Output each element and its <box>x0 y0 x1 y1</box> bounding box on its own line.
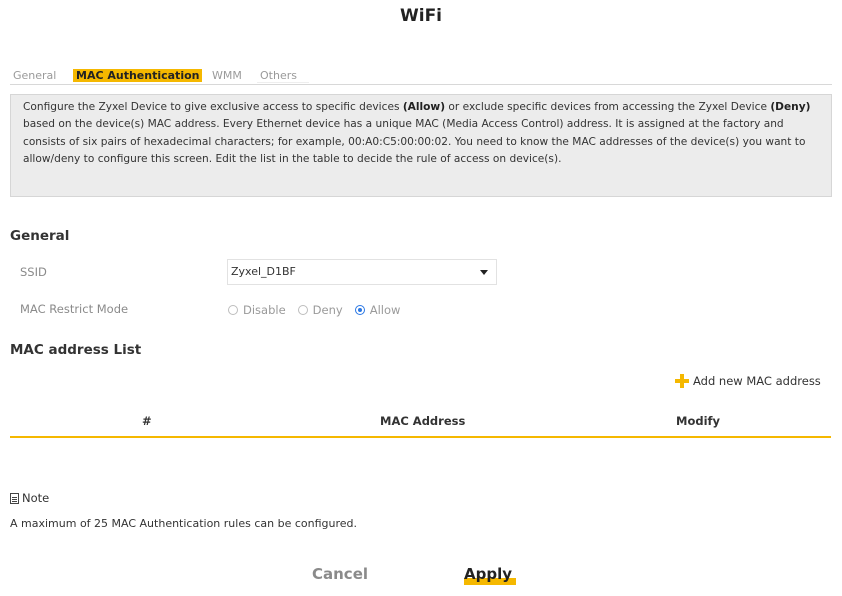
col-mac-address-header: MAC Address <box>380 414 466 428</box>
intro-text-1: Configure the Zyxel Device to give exclu… <box>23 101 403 113</box>
tab-wmm[interactable]: WMM <box>209 69 245 82</box>
radio-allow[interactable]: Allow <box>354 303 401 317</box>
intro-allow: (Allow) <box>402 101 446 113</box>
col-index-header: # <box>142 414 152 428</box>
ssid-value: Zyxel_D1BF <box>231 265 296 278</box>
note-heading: Note <box>10 491 49 505</box>
radio-deny-circle[interactable] <box>297 305 308 315</box>
col-modify-header: Modify <box>676 414 721 428</box>
intro-deny: (Deny) <box>770 101 811 113</box>
tab-general[interactable]: General <box>10 69 59 82</box>
radio-disable-label: Disable <box>243 303 286 317</box>
radio-deny[interactable]: Deny <box>297 303 343 317</box>
plus-icon <box>675 374 689 388</box>
tab-mac-authentication[interactable]: MAC Authentication <box>73 69 203 82</box>
ssid-select[interactable]: Zyxel_D1BF <box>227 259 497 285</box>
radio-disable[interactable]: Disable <box>228 303 286 317</box>
intro-description: Configure the Zyxel Device to give exclu… <box>10 94 832 197</box>
cancel-button[interactable]: Cancel <box>312 565 368 583</box>
note-text: A maximum of 25 MAC Authentication rules… <box>10 517 357 530</box>
radio-deny-label: Deny <box>312 303 343 317</box>
tab-others[interactable]: Others <box>257 69 309 83</box>
mac-list-section-title: MAC address List <box>10 342 142 358</box>
mac-table-header: # MAC Address Modify <box>10 408 831 438</box>
tab-bar: General MAC Authentication WMM Others <box>10 69 832 85</box>
apply-button[interactable]: Apply <box>464 565 517 585</box>
dropdown-arrow-icon <box>480 270 488 275</box>
radio-disable-circle[interactable] <box>228 305 238 315</box>
page-title: WiFi <box>399 6 443 26</box>
add-new-mac-address-button[interactable]: Add new MAC address <box>675 374 821 388</box>
add-new-mac-address-label: Add new MAC address <box>693 374 821 388</box>
mac-restrict-mode-label: MAC Restrict Mode <box>20 302 129 316</box>
note-label: Note <box>22 491 50 505</box>
ssid-label: SSID <box>20 265 47 279</box>
general-section-title: General <box>10 228 70 244</box>
radio-allow-circle[interactable] <box>354 305 365 315</box>
intro-text-3: based on the device(s) MAC address. Ever… <box>23 118 806 166</box>
mac-restrict-mode-radio-group: Disable Deny Allow <box>228 302 412 318</box>
radio-allow-label: Allow <box>369 303 401 317</box>
intro-text-2: or exclude specific devices from accessi… <box>445 101 771 113</box>
note-icon <box>10 492 19 504</box>
